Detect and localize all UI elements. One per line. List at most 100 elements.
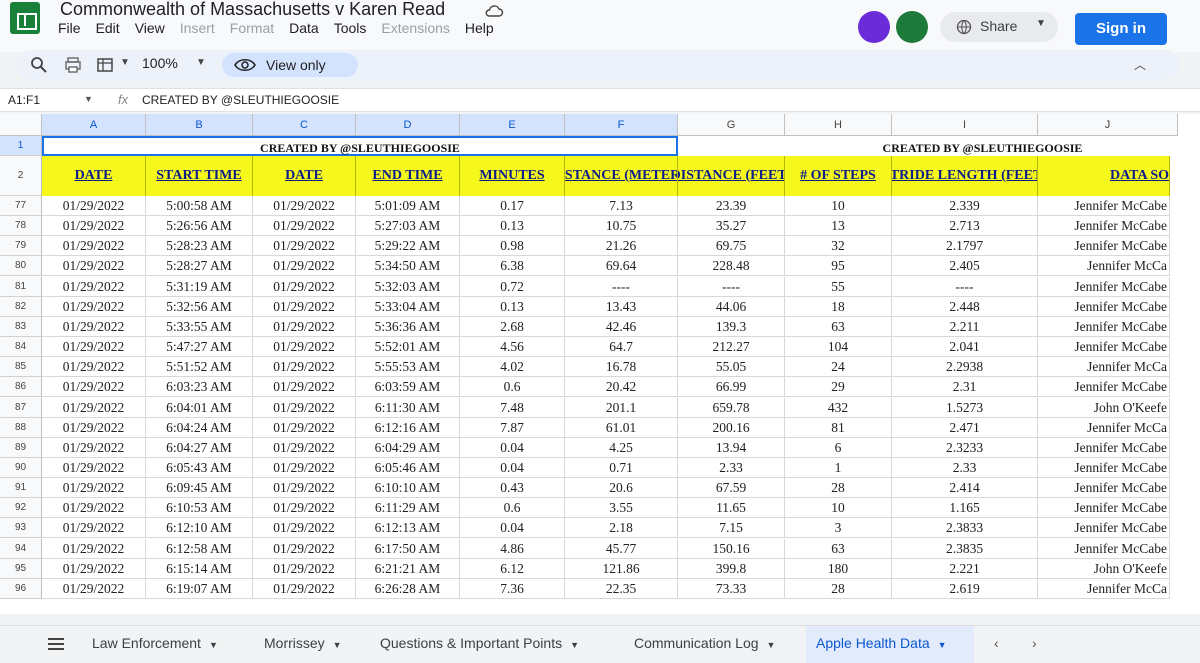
avatar[interactable] [896,11,928,43]
table-cell[interactable]: 01/29/2022 [42,357,146,377]
table-cell[interactable]: 3 [785,518,892,538]
table-cell[interactable]: John O'Keefe [1038,559,1170,579]
column-header-b[interactable]: B [146,114,253,136]
table-cell[interactable]: 69.64 [565,256,678,276]
table-cell[interactable]: 5:01:09 AM [356,196,460,216]
row-header[interactable]: 81 [0,277,42,297]
row-header[interactable]: 79 [0,236,42,256]
sheet-tab[interactable]: Communication Log ▼ [634,635,775,651]
select-all-corner[interactable] [0,114,42,136]
table-cell[interactable]: 01/29/2022 [253,196,356,216]
table-cell[interactable]: 2.713 [892,216,1038,236]
table-cell[interactable]: 0.04 [460,458,565,478]
table-cell[interactable]: Jennifer McCabe [1038,539,1170,559]
table-cell[interactable]: 13 [785,216,892,236]
table-cell[interactable]: Jennifer McCabe [1038,498,1170,518]
table-cell[interactable]: 63 [785,317,892,337]
table-cell[interactable]: 29 [785,377,892,397]
table-cell[interactable]: 01/29/2022 [42,559,146,579]
table-cell[interactable]: 01/29/2022 [42,438,146,458]
chevron-down-icon[interactable]: ▼ [767,640,776,650]
table-cell[interactable]: 67.59 [678,478,785,498]
table-cell[interactable]: 2.041 [892,337,1038,357]
row-header[interactable]: 80 [0,256,42,276]
table-cell[interactable]: 55.05 [678,357,785,377]
table-cell[interactable]: 7.87 [460,418,565,438]
table-cell[interactable]: 5:33:04 AM [356,297,460,317]
menu-help[interactable]: Help [465,20,494,36]
table-cell[interactable]: 228.48 [678,256,785,276]
name-box[interactable]: A1:F1 [8,93,40,107]
table-cell[interactable]: 150.16 [678,539,785,559]
avatar[interactable] [858,11,890,43]
table-cell[interactable]: 5:51:52 AM [146,357,253,377]
table-cell[interactable]: 5:32:56 AM [146,297,253,317]
row-header[interactable]: 78 [0,216,42,236]
menu-format[interactable]: Format [230,20,274,36]
row-header[interactable]: 84 [0,337,42,357]
table-cell[interactable]: 01/29/2022 [42,518,146,538]
table-cell[interactable]: 10 [785,498,892,518]
table-cell[interactable]: 6:05:46 AM [356,458,460,478]
row-header[interactable]: 1 [0,136,42,156]
table-cell[interactable]: 01/29/2022 [253,559,356,579]
column-title[interactable]: # OF STEPS [785,156,892,196]
table-cell[interactable]: 5:34:50 AM [356,256,460,276]
menu-extensions[interactable]: Extensions [381,20,449,36]
table-cell[interactable]: 6:12:58 AM [146,539,253,559]
table-cell[interactable]: 63 [785,539,892,559]
table-cell[interactable]: 0.6 [460,498,565,518]
column-header-c[interactable]: C [253,114,356,136]
search-icon[interactable] [30,56,48,74]
formula-input[interactable]: CREATED BY @SLEUTHIEGOOSIE [142,93,339,107]
table-cell[interactable]: 01/29/2022 [42,539,146,559]
menu-insert[interactable]: Insert [180,20,215,36]
table-cell[interactable]: 13.94 [678,438,785,458]
table-cell[interactable]: 7.15 [678,518,785,538]
row-header[interactable]: 92 [0,498,42,518]
table-cell[interactable]: 0.04 [460,438,565,458]
row-header[interactable]: 95 [0,559,42,579]
table-cell[interactable]: 6:04:01 AM [146,398,253,418]
table-cell[interactable]: 0.04 [460,518,565,538]
menu-tools[interactable]: Tools [334,20,367,36]
column-header-i[interactable]: I [892,114,1038,136]
table-cell[interactable]: 66.99 [678,377,785,397]
table-cell[interactable]: 01/29/2022 [42,236,146,256]
table-cell[interactable]: 01/29/2022 [253,398,356,418]
sheets-logo-icon[interactable] [10,2,40,34]
menu-icon[interactable] [48,638,64,650]
table-cell[interactable]: 4.56 [460,337,565,357]
table-cell[interactable]: 01/29/2022 [42,458,146,478]
column-title[interactable]: MINUTES [460,156,565,196]
table-cell[interactable]: 180 [785,559,892,579]
table-cell[interactable]: 01/29/2022 [253,216,356,236]
table-cell[interactable]: 6:04:24 AM [146,418,253,438]
sheet-tab[interactable]: Law Enforcement ▼ [92,635,218,651]
table-cell[interactable]: 5:32:03 AM [356,277,460,297]
column-title[interactable]: DISTANCE (FEET) [678,156,785,196]
table-cell[interactable]: 201.1 [565,398,678,418]
table-cell[interactable]: 32 [785,236,892,256]
table-cell[interactable]: 6:12:13 AM [356,518,460,538]
table-cell[interactable]: 2.33 [892,458,1038,478]
table-cell[interactable]: 6:10:10 AM [356,478,460,498]
menu-view[interactable]: View [135,20,165,36]
table-cell[interactable]: 2.3233 [892,438,1038,458]
table-cell[interactable]: 01/29/2022 [253,438,356,458]
table-cell[interactable]: 6:19:07 AM [146,579,253,599]
table-cell[interactable]: 01/29/2022 [253,256,356,276]
table-cell[interactable]: Jennifer McCabe [1038,337,1170,357]
table-cell[interactable]: 1.165 [892,498,1038,518]
table-cell[interactable]: 24 [785,357,892,377]
cloud-icon[interactable] [484,3,504,19]
row-header[interactable]: 94 [0,539,42,559]
table-cell[interactable]: 28 [785,579,892,599]
column-title[interactable]: DISTANCE (METERS) [565,156,678,196]
table-cell[interactable]: 4.86 [460,539,565,559]
table-cell[interactable]: 0.13 [460,216,565,236]
column-header-d[interactable]: D [356,114,460,136]
table-cell[interactable]: ---- [892,277,1038,297]
table-cell[interactable]: 81 [785,418,892,438]
table-cell[interactable]: 2.221 [892,559,1038,579]
